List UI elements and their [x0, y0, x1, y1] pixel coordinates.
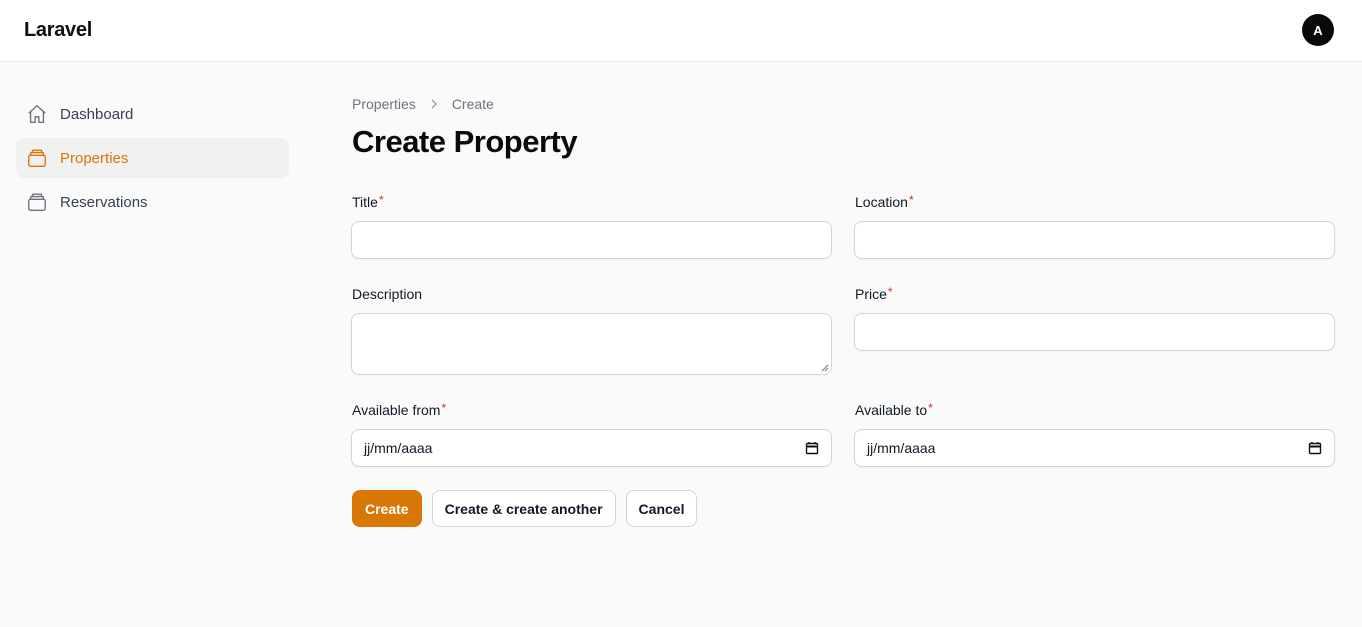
cancel-button[interactable]: Cancel [625, 490, 698, 527]
breadcrumb-properties[interactable]: Properties [352, 96, 416, 112]
required-mark: * [908, 193, 914, 207]
price-field: Price * [854, 285, 1335, 351]
breadcrumb: Properties Create [352, 94, 1335, 114]
required-mark: * [928, 401, 933, 415]
title-label: Title [352, 194, 378, 210]
price-input[interactable] [854, 313, 1335, 351]
breadcrumb-current: Create [451, 96, 494, 112]
available-to-field: Available to * jj/mm/aaaa [854, 401, 1335, 467]
brand-logo[interactable]: Laravel [24, 19, 92, 42]
date-placeholder: jj/mm/aaaa [867, 440, 936, 456]
calendar-icon[interactable] [1308, 441, 1322, 455]
chevron-right-icon [428, 98, 440, 110]
sidebar-item-label: Reservations [60, 193, 148, 211]
top-bar: Laravel A [0, 0, 1362, 62]
location-input[interactable] [854, 221, 1335, 259]
user-avatar[interactable]: A [1302, 14, 1334, 46]
sidebar-item-dashboard[interactable]: Dashboard [16, 94, 289, 134]
form-actions: Create Create & create another Cancel [352, 490, 698, 527]
date-placeholder: jj/mm/aaaa [364, 440, 433, 456]
sidebar-item-label: Dashboard [60, 105, 134, 123]
sidebar-item-label: Properties [60, 149, 129, 167]
sidebar-item-reservations[interactable]: Reservations [16, 182, 289, 222]
description-textarea[interactable] [351, 313, 832, 375]
home-icon [28, 105, 46, 123]
calendar-icon[interactable] [805, 441, 819, 455]
available-from-label: Available from [352, 402, 441, 418]
sidebar-item-properties[interactable]: Properties [16, 138, 289, 178]
description-field: Description [351, 286, 832, 375]
title-input[interactable] [351, 221, 832, 259]
required-mark: * [378, 193, 384, 207]
resize-handle-icon[interactable] [821, 364, 829, 372]
location-label: Location [855, 194, 908, 210]
available-to-input[interactable]: jj/mm/aaaa [854, 429, 1335, 467]
create-button[interactable]: Create [352, 490, 422, 527]
stack-icon [28, 149, 46, 167]
required-mark: * [441, 401, 447, 415]
stack-icon [28, 193, 46, 211]
main-content: Properties Create Create Property Title *… [351, 94, 1335, 527]
create-another-button[interactable]: Create & create another [431, 490, 616, 527]
available-to-label: Available to [855, 402, 928, 418]
page-title: Create Property [352, 124, 578, 159]
available-from-field: Available from * jj/mm/aaaa [351, 401, 832, 467]
required-mark: * [887, 285, 893, 299]
title-field: Title * [351, 193, 832, 259]
description-label: Description [352, 286, 423, 302]
available-from-input[interactable]: jj/mm/aaaa [351, 429, 832, 467]
sidebar: Dashboard Properties Reservations [16, 94, 289, 226]
location-field: Location * [854, 193, 1335, 259]
price-label: Price [855, 286, 887, 302]
